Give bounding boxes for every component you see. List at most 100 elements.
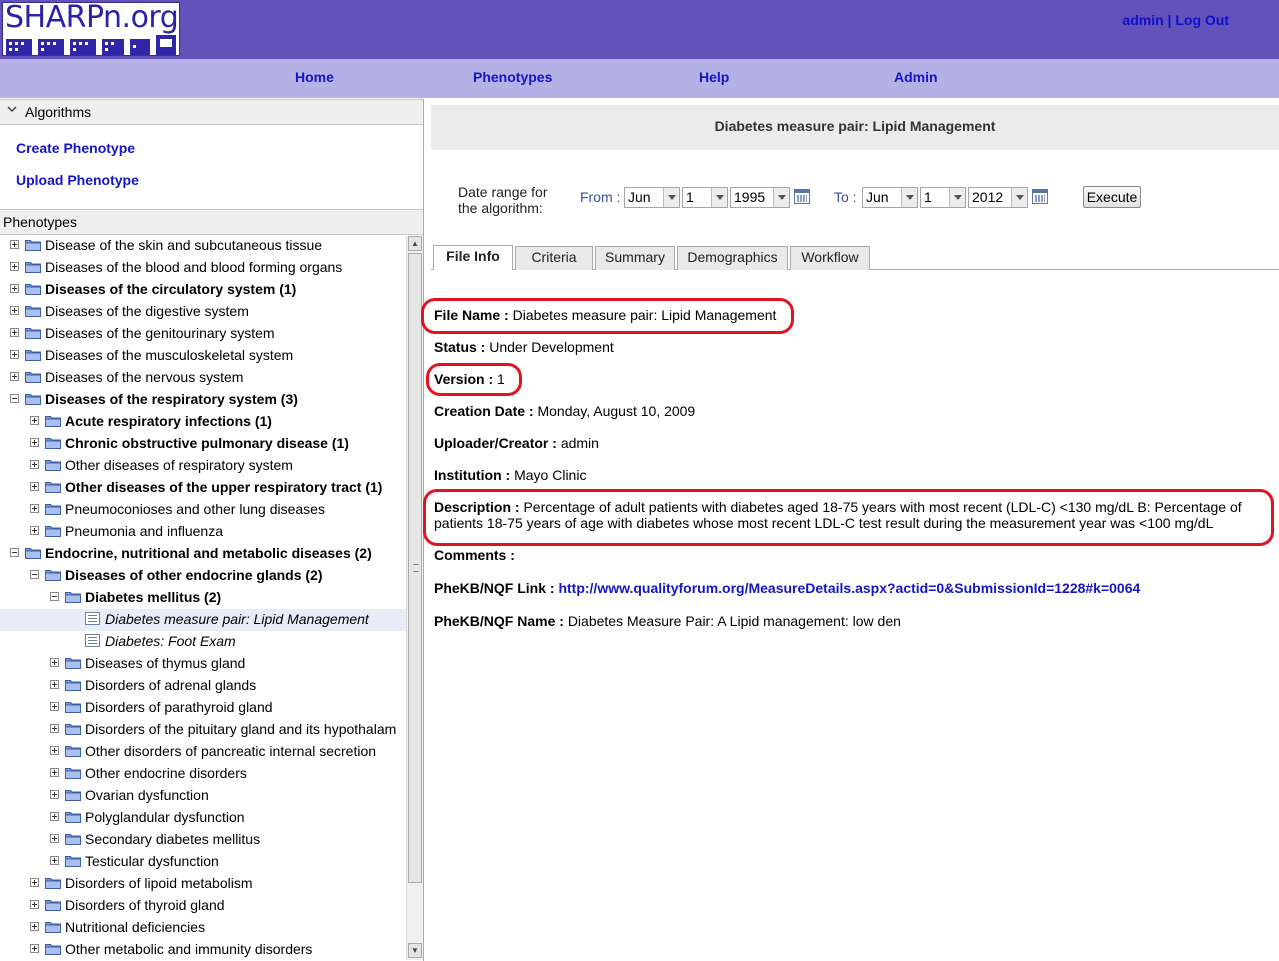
- to-month-select[interactable]: Jun: [862, 187, 918, 208]
- collapse-icon[interactable]: [30, 570, 39, 579]
- expand-icon[interactable]: [30, 504, 39, 513]
- calendar-icon[interactable]: [1032, 189, 1048, 204]
- logout-link[interactable]: Log Out: [1175, 12, 1229, 28]
- admin-user-link[interactable]: admin: [1122, 12, 1163, 28]
- expand-icon[interactable]: [10, 372, 19, 381]
- expand-icon[interactable]: [30, 900, 39, 909]
- from-month-select[interactable]: Jun: [624, 187, 680, 208]
- nav-home[interactable]: Home: [295, 69, 334, 85]
- tree-folder-item[interactable]: Diseases of the nervous system: [0, 367, 406, 389]
- tree-folder-item[interactable]: Endocrine, nutritional and metabolic dis…: [0, 543, 406, 565]
- tree-item-label: Other disorders of pancreatic internal s…: [85, 743, 377, 759]
- expand-icon[interactable]: [30, 922, 39, 931]
- tree-folder-item[interactable]: Disorders of lipoid metabolism: [0, 873, 406, 895]
- tree-folder-item[interactable]: Diseases of thymus gland: [0, 653, 406, 675]
- expand-icon[interactable]: [50, 790, 59, 799]
- expand-icon[interactable]: [30, 416, 39, 425]
- tree-folder-item[interactable]: Pneumonia and influenza: [0, 521, 406, 543]
- expand-icon[interactable]: [50, 856, 59, 865]
- from-year-select[interactable]: 1995: [730, 187, 790, 208]
- tree-folder-item[interactable]: Other diseases of respiratory system: [0, 455, 406, 477]
- expand-icon[interactable]: [10, 240, 19, 249]
- expand-icon[interactable]: [30, 878, 39, 887]
- sharpn-logo[interactable]: SHARPn.org: [2, 2, 180, 56]
- tree-folder-item[interactable]: Disorders of parathyroid gland: [0, 697, 406, 719]
- expand-icon[interactable]: [10, 350, 19, 359]
- expand-icon[interactable]: [10, 328, 19, 337]
- expand-icon[interactable]: [50, 680, 59, 689]
- version-label: Version :: [434, 371, 494, 387]
- phenotype-document-item[interactable]: Diabetes measure pair: Lipid Management: [0, 609, 406, 631]
- expand-icon[interactable]: [50, 812, 59, 821]
- expand-icon[interactable]: [10, 306, 19, 315]
- tree-folder-item[interactable]: Disease of the skin and subcutaneous tis…: [0, 235, 406, 257]
- tree-folder-item[interactable]: Chronic obstructive pulmonary disease (1…: [0, 433, 406, 455]
- tree-folder-item[interactable]: Other diseases of the upper respiratory …: [0, 477, 406, 499]
- tree-folder-item[interactable]: Diseases of the respiratory system (3): [0, 389, 406, 411]
- nav-admin[interactable]: Admin: [894, 69, 938, 85]
- expand-icon[interactable]: [30, 944, 39, 953]
- to-day-select[interactable]: 1: [920, 187, 966, 208]
- expand-icon[interactable]: [10, 262, 19, 271]
- tree-folder-item[interactable]: Nutritional deficiencies: [0, 917, 406, 939]
- expand-icon[interactable]: [50, 768, 59, 777]
- tree-folder-item[interactable]: Acute respiratory infections (1): [0, 411, 406, 433]
- tree-folder-item[interactable]: Diseases of the digestive system: [0, 301, 406, 323]
- upload-phenotype-link[interactable]: Upload Phenotype: [16, 172, 139, 188]
- scroll-down-icon[interactable]: ▼: [408, 943, 422, 958]
- tree-folder-item[interactable]: Diabetes mellitus (2): [0, 587, 406, 609]
- to-year-select[interactable]: 2012: [968, 187, 1028, 208]
- expand-icon[interactable]: [30, 438, 39, 447]
- tree-scrollbar[interactable]: ▲ ▼: [406, 236, 423, 960]
- expand-icon[interactable]: [50, 834, 59, 843]
- expand-icon[interactable]: [50, 702, 59, 711]
- scroll-up-icon[interactable]: ▲: [408, 236, 422, 251]
- tree-folder-item[interactable]: Ovarian dysfunction: [0, 785, 406, 807]
- tree-folder-item[interactable]: Diseases of the genitourinary system: [0, 323, 406, 345]
- folder-icon: [65, 744, 81, 757]
- tree-folder-item[interactable]: Other endocrine disorders: [0, 763, 406, 785]
- tree-folder-item[interactable]: Diseases of the musculoskeletal system: [0, 345, 406, 367]
- from-day-select[interactable]: 1: [682, 187, 728, 208]
- tree-item-label: Diabetes mellitus (2): [85, 589, 222, 605]
- chevron-down-icon[interactable]: [6, 103, 18, 115]
- expand-icon[interactable]: [30, 482, 39, 491]
- phenotype-document-item[interactable]: Diabetes: Foot Exam: [0, 631, 406, 653]
- tree-folder-item[interactable]: Diseases of the blood and blood forming …: [0, 257, 406, 279]
- nav-phenotypes[interactable]: Phenotypes: [473, 69, 552, 85]
- expand-icon[interactable]: [50, 746, 59, 755]
- expand-icon[interactable]: [10, 284, 19, 293]
- tree-folder-item[interactable]: Disorders of thyroid gland: [0, 895, 406, 917]
- execute-button[interactable]: Execute: [1083, 186, 1141, 208]
- tab-file-info[interactable]: File Info: [433, 245, 513, 270]
- expand-icon[interactable]: [50, 658, 59, 667]
- tree-folder-item[interactable]: Other disorders of pancreatic internal s…: [0, 741, 406, 763]
- tree-item-label: Disorders of parathyroid gland: [85, 699, 273, 715]
- tree-folder-item[interactable]: Disorders of adrenal glands: [0, 675, 406, 697]
- tree-folder-item[interactable]: Secondary diabetes mellitus: [0, 829, 406, 851]
- expand-icon[interactable]: [50, 724, 59, 733]
- phekb-nqf-link[interactable]: http://www.qualityforum.org/MeasureDetai…: [558, 580, 1140, 596]
- tab-criteria[interactable]: Criteria: [515, 246, 593, 270]
- nav-help[interactable]: Help: [699, 69, 729, 85]
- collapse-icon[interactable]: [10, 548, 19, 557]
- algorithms-header[interactable]: Algorithms: [0, 99, 423, 125]
- tab-demographics[interactable]: Demographics: [677, 246, 788, 270]
- tree-folder-item[interactable]: Diseases of the circulatory system (1): [0, 279, 406, 301]
- create-phenotype-link[interactable]: Create Phenotype: [16, 140, 135, 156]
- expand-icon[interactable]: [30, 460, 39, 469]
- calendar-icon[interactable]: [794, 189, 810, 204]
- tab-summary[interactable]: Summary: [595, 246, 675, 270]
- tree-folder-item[interactable]: Testicular dysfunction: [0, 851, 406, 873]
- tree-folder-item[interactable]: Pneumoconioses and other lung diseases: [0, 499, 406, 521]
- folder-icon: [65, 854, 81, 867]
- collapse-icon[interactable]: [50, 592, 59, 601]
- tree-folder-item[interactable]: Diseases of other endocrine glands (2): [0, 565, 406, 587]
- tree-folder-item[interactable]: Polyglandular dysfunction: [0, 807, 406, 829]
- scrollbar-thumb[interactable]: [408, 253, 422, 883]
- tree-folder-item[interactable]: Disorders of the pituitary gland and its…: [0, 719, 406, 741]
- expand-icon[interactable]: [30, 526, 39, 535]
- tree-folder-item[interactable]: Other metabolic and immunity disorders: [0, 939, 406, 961]
- tab-workflow[interactable]: Workflow: [790, 246, 870, 270]
- collapse-icon[interactable]: [10, 394, 19, 403]
